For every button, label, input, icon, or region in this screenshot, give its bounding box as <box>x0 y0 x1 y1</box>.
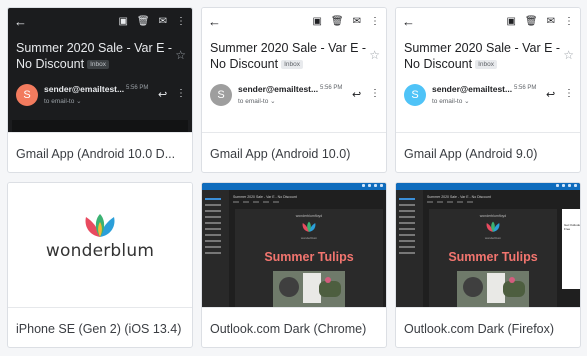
mail-subject-header: Summer 2020 Sale - Var E - No Discount <box>233 195 297 199</box>
email-brand-sub: wonderblum <box>484 236 502 240</box>
avatar: S <box>210 84 232 106</box>
star-icon: ☆ <box>563 48 574 62</box>
preview-caption: Outlook.com Dark (Firefox) <box>396 307 580 347</box>
more-vert-icon: ⋮ <box>176 88 186 99</box>
mail-subject-header: Summer 2020 Sale - Var E - No Discount <box>427 195 491 199</box>
back-arrow-icon: ← <box>14 14 27 29</box>
preview-caption: Gmail App (Android 10.0) <box>202 132 386 172</box>
mail-icon: ✉ <box>546 16 555 27</box>
inbox-badge: Inbox <box>475 60 497 69</box>
email-time: 5:56 PM <box>320 85 343 91</box>
email-brand-text: wonderblumfloyd <box>479 214 507 218</box>
preview-card-outlook-dark-firefox[interactable]: Summer 2020 Sale - Var E - No Discount w… <box>395 182 581 348</box>
reply-icon: ↩ <box>158 89 168 101</box>
ad-text: Get Outlook Free <box>564 223 580 231</box>
archive-icon: ▣ <box>312 16 322 27</box>
archive-icon: ▣ <box>506 16 516 27</box>
preview-card-iphone-se[interactable]: wonderblum iPhone SE (Gen 2) (iOS 13.4) <box>7 182 193 348</box>
preview-thumbnail[interactable]: ← ▣ 🗑 ✉ ⋮ Summer 2020 Sale - Var E - No … <box>202 8 386 132</box>
preview-card-gmail-android9[interactable]: ← ▣ 🗑 ✉ ⋮ Summer 2020 Sale - Var E - No … <box>395 7 581 173</box>
more-vert-icon: ⋮ <box>176 16 186 27</box>
email-body: wonderblumfloyd wonderblum Summer Tulips <box>429 209 557 307</box>
inbox-badge: Inbox <box>87 60 109 69</box>
sender-address: sender@emailtest... <box>44 84 125 94</box>
gmail-toolbar: ← ▣ 🗑 ✉ ⋮ <box>396 8 580 36</box>
preview-card-outlook-dark-chrome[interactable]: Summer 2020 Sale - Var E - No Discount w… <box>201 182 387 348</box>
mail-toolbar <box>233 201 279 203</box>
star-icon: ☆ <box>175 48 186 62</box>
preview-card-gmail-android10[interactable]: ← ▣ 🗑 ✉ ⋮ Summer 2020 Sale - Var E - No … <box>201 7 387 173</box>
mail-icon: ✉ <box>158 16 167 27</box>
wonderblum-logo-icon <box>85 214 115 237</box>
more-vert-icon: ⋮ <box>370 88 380 99</box>
gmail-toolbar: ← ▣ 🗑 ✉ ⋮ <box>202 8 386 36</box>
outlook-sidebar <box>202 190 229 307</box>
trash-icon: 🗑 <box>330 16 344 27</box>
avatar: S <box>16 84 38 106</box>
outlook-sidebar <box>396 190 423 307</box>
email-brand-text: wonderblumfloyd <box>295 214 323 218</box>
reply-icon: ↩ <box>352 89 362 101</box>
email-subject: Summer 2020 Sale - Var E - No Discount In… <box>16 41 173 71</box>
preview-thumbnail[interactable]: ← ▣ 🗑 ✉ ⋮ Summer 2020 Sale - Var E - No … <box>396 8 580 132</box>
preview-caption: Gmail App (Android 9.0) <box>396 132 580 172</box>
email-headline: Summer Tulips <box>264 250 354 264</box>
outlook-topbar <box>396 183 580 190</box>
preview-thumbnail[interactable]: wonderblum <box>8 183 192 307</box>
archive-icon: ▣ <box>118 16 128 27</box>
ad-panel: Get Outlook Free <box>562 209 580 289</box>
more-vert-icon: ⋮ <box>564 16 574 27</box>
email-time: 5:56 PM <box>514 85 537 91</box>
recipient-line: to email-to ⌄ <box>238 98 276 105</box>
outlook-topbar <box>202 183 386 190</box>
preview-thumbnail[interactable]: Summer 2020 Sale - Var E - No Discount w… <box>396 183 580 307</box>
back-arrow-icon: ← <box>208 14 221 29</box>
preview-thumbnail[interactable]: ← ▣ 🗑 ✉ ⋮ Summer 2020 Sale - Var E - No … <box>8 8 192 132</box>
preview-caption: Gmail App (Android 10.0 D... <box>8 132 192 172</box>
gmail-toolbar: ← ▣ 🗑 ✉ ⋮ <box>8 8 192 36</box>
gmail-email-view: ← ▣ 🗑 ✉ ⋮ Summer 2020 Sale - Var E - No … <box>202 8 386 132</box>
outlook-dark-view: Summer 2020 Sale - Var E - No Discount w… <box>396 183 580 307</box>
sender-address: sender@emailtest... <box>238 84 319 94</box>
outlook-dark-view: Summer 2020 Sale - Var E - No Discount w… <box>202 183 386 307</box>
avatar: S <box>404 84 426 106</box>
recipient-line: to email-to ⌄ <box>44 98 82 105</box>
tulips-photo <box>457 271 529 307</box>
mail-toolbar <box>427 201 473 203</box>
wonderblum-logo-icon <box>302 221 316 232</box>
email-time: 5:56 PM <box>126 85 149 91</box>
more-vert-icon: ⋮ <box>370 16 380 27</box>
trash-icon: 🗑 <box>136 16 150 27</box>
wonderblum-preview: wonderblum <box>8 183 192 307</box>
preview-caption: iPhone SE (Gen 2) (iOS 13.4) <box>8 307 192 347</box>
star-icon: ☆ <box>369 48 380 62</box>
brand-wordmark: wonderblum <box>45 241 155 261</box>
preview-caption: Outlook.com Dark (Chrome) <box>202 307 386 347</box>
preview-card-gmail-android10-dark[interactable]: ← ▣ 🗑 ✉ ⋮ Summer 2020 Sale - Var E - No … <box>7 7 193 173</box>
email-body: wonderblumfloyd wonderblum Summer Tulips <box>235 209 383 307</box>
email-brand-sub: wonderblum <box>300 236 318 240</box>
gmail-email-view: ← ▣ 🗑 ✉ ⋮ Summer 2020 Sale - Var E - No … <box>396 8 580 132</box>
preview-thumbnail[interactable]: Summer 2020 Sale - Var E - No Discount w… <box>202 183 386 307</box>
trash-icon: 🗑 <box>524 16 538 27</box>
inbox-badge: Inbox <box>281 60 303 69</box>
email-body-area <box>12 120 188 132</box>
email-subject: Summer 2020 Sale - Var E - No Discount In… <box>210 41 367 71</box>
wonderblum-logo-icon <box>486 221 500 232</box>
more-vert-icon: ⋮ <box>564 88 574 99</box>
email-headline: Summer Tulips <box>448 250 538 264</box>
reply-icon: ↩ <box>546 89 556 101</box>
tulips-photo <box>273 271 345 307</box>
recipient-line: to email-to ⌄ <box>432 98 470 105</box>
back-arrow-icon: ← <box>402 14 415 29</box>
gmail-email-view: ← ▣ 🗑 ✉ ⋮ Summer 2020 Sale - Var E - No … <box>8 8 192 132</box>
sender-address: sender@emailtest... <box>432 84 513 94</box>
mail-icon: ✉ <box>352 16 361 27</box>
email-subject: Summer 2020 Sale - Var E - No Discount In… <box>404 41 561 71</box>
